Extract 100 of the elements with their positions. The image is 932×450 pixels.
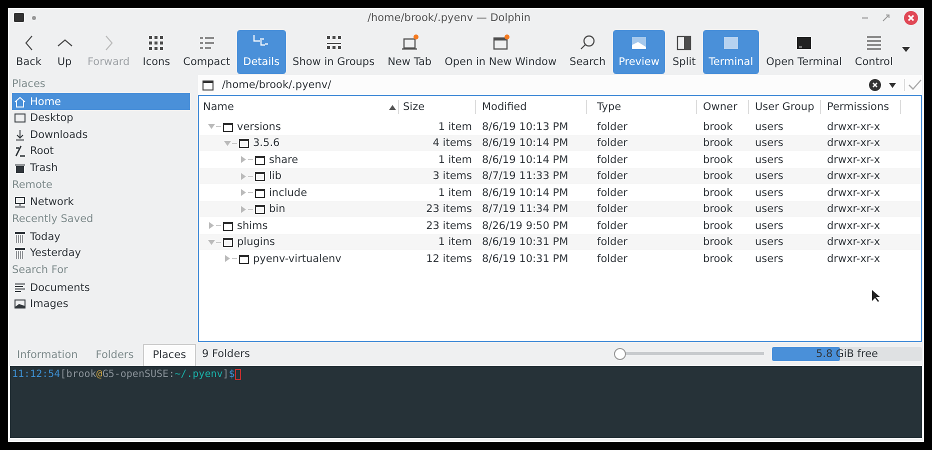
folder-icon <box>222 120 234 133</box>
toolbar-button[interactable]: Up <box>48 30 80 74</box>
table-cell-text: folder <box>596 236 628 248</box>
column-header[interactable]: Type <box>587 100 697 114</box>
dropdown-icon[interactable] <box>889 82 896 88</box>
toolbar-button[interactable]: Open Terminal <box>760 30 848 74</box>
clear-icon[interactable] <box>869 79 881 92</box>
table-cell-text: brook <box>702 186 734 199</box>
folder-icon <box>202 79 214 92</box>
toolbar-button[interactable]: Search <box>564 30 612 74</box>
expand-arrow-icon[interactable] <box>239 172 247 180</box>
table-cell-text: folder <box>596 252 628 265</box>
file-name[interactable]: plugins <box>237 236 275 248</box>
column-header[interactable]: Modified <box>476 100 587 114</box>
checkmark-icon[interactable] <box>904 79 922 92</box>
table-cell-text: drwxr-xr-x <box>826 137 882 150</box>
file-name[interactable]: versions <box>237 120 281 133</box>
free-space-amount: 5.8 <box>816 346 833 361</box>
toolbar-button[interactable]: Compact <box>177 30 236 74</box>
sidebar-item[interactable]: Images <box>12 296 190 312</box>
column-header[interactable]: User Group <box>749 100 821 114</box>
table-cell-text: users <box>754 203 784 216</box>
slider-thumb[interactable] <box>614 348 626 360</box>
toolbar-button[interactable]: Open in New Window <box>438 30 563 74</box>
expand-arrow-icon[interactable] <box>239 206 247 213</box>
table-cell-text: brook <box>702 137 734 150</box>
folder-icon <box>238 137 250 150</box>
toolbar-button[interactable]: Icons <box>136 30 176 74</box>
maximize-icon[interactable] <box>882 14 890 22</box>
sidebar-item[interactable]: Trash <box>12 159 190 176</box>
terminal-panel[interactable]: 11:12:54[brook@G5-openSUSE:~/.pyenv]$ <box>10 366 922 438</box>
table-cell-text: drwxr-xr-x <box>826 203 882 216</box>
table-cell-text: brook <box>702 252 734 265</box>
prompt-text: @ <box>96 368 102 380</box>
sidebar-item[interactable]: Yesterday <box>12 244 190 262</box>
pin-icon[interactable] <box>32 16 36 20</box>
download-icon <box>14 128 26 141</box>
file-name[interactable]: lib <box>269 170 282 182</box>
file-name[interactable]: pyenv-virtualenv <box>253 252 342 265</box>
prompt-text: ] <box>222 368 229 380</box>
prompt-text: $ <box>228 368 235 380</box>
table-cell-text: 23 items <box>425 220 473 232</box>
file-name[interactable]: include <box>269 186 308 199</box>
table-cell-text: drwxr-xr-x <box>826 170 882 182</box>
file-name[interactable]: shims <box>237 220 268 232</box>
collapse-arrow-icon[interactable] <box>207 240 215 245</box>
folder-icon <box>254 170 266 182</box>
column-header[interactable]: Size <box>399 100 476 114</box>
table-cell-text: folder <box>596 220 628 232</box>
table-cell-text: drwxr-xr-x <box>826 154 882 166</box>
table-cell-text: 1 item <box>437 154 473 166</box>
sidebar-item[interactable]: Network <box>12 194 190 210</box>
column-header[interactable]: Permissions <box>821 100 901 114</box>
table-cell-text: drwxr-xr-x <box>826 186 882 199</box>
file-name[interactable]: bin <box>269 203 286 216</box>
expand-arrow-icon[interactable] <box>239 156 247 164</box>
column-header[interactable]: Owner <box>697 100 749 114</box>
file-name[interactable]: 3.5.6 <box>253 137 280 150</box>
table-cell-text: 8/7/19 11:33 PM <box>481 170 570 182</box>
mouse-pointer-icon <box>871 289 881 304</box>
sidebar-item[interactable]: Root <box>12 142 190 160</box>
toolbar-button[interactable]: Control <box>848 30 899 74</box>
collapse-arrow-icon[interactable] <box>223 140 231 146</box>
expand-arrow-icon[interactable] <box>239 189 247 196</box>
toolbar-button[interactable]: New Tab <box>382 30 438 74</box>
table-cell-text: 23 items <box>425 203 473 216</box>
close-icon[interactable] <box>904 10 918 25</box>
table-cell-text: drwxr-xr-x <box>826 220 882 232</box>
file-name[interactable]: share <box>269 154 298 166</box>
table-cell-text: 4 items <box>432 137 473 150</box>
prompt-text: ~/.pyenv <box>174 368 223 380</box>
table-cell-text: drwxr-xr-x <box>826 120 882 133</box>
toolbar-button[interactable]: Split <box>666 30 702 74</box>
section-heading: Remote <box>12 178 54 193</box>
document-icon <box>14 282 26 294</box>
expand-arrow-icon[interactable] <box>223 255 231 262</box>
sidebar-item[interactable]: Desktop <box>12 110 190 126</box>
image-icon <box>14 298 26 310</box>
sidebar-item[interactable]: Today <box>12 228 190 245</box>
prompt-text: [brook <box>60 368 96 380</box>
monitor-icon <box>14 112 26 124</box>
table-cell-text: brook <box>702 154 734 166</box>
prompt-text: 11:12:54 <box>12 368 60 380</box>
trash-icon <box>14 162 26 174</box>
table-cell-text: 1 item <box>437 236 473 248</box>
calendar-icon <box>14 230 26 243</box>
sidebar-item[interactable]: Downloads <box>12 126 190 143</box>
section-heading: Recently Saved <box>12 212 94 228</box>
collapse-arrow-icon[interactable] <box>207 124 215 130</box>
column-header[interactable]: Name <box>199 100 399 114</box>
panel-tab[interactable]: Places <box>142 344 196 366</box>
table-cell-text: drwxr-xr-x <box>826 252 882 265</box>
text-cursor <box>234 368 241 380</box>
toolbar-button[interactable]: Back <box>10 30 48 74</box>
expand-arrow-icon[interactable] <box>207 222 215 230</box>
toolbar-button[interactable]: Show in Groups <box>286 30 381 74</box>
sidebar-item[interactable]: Documents <box>12 279 190 296</box>
minimize-icon[interactable] <box>862 16 868 19</box>
table-cell-text: users <box>754 120 784 133</box>
app-icon[interactable] <box>14 13 24 22</box>
